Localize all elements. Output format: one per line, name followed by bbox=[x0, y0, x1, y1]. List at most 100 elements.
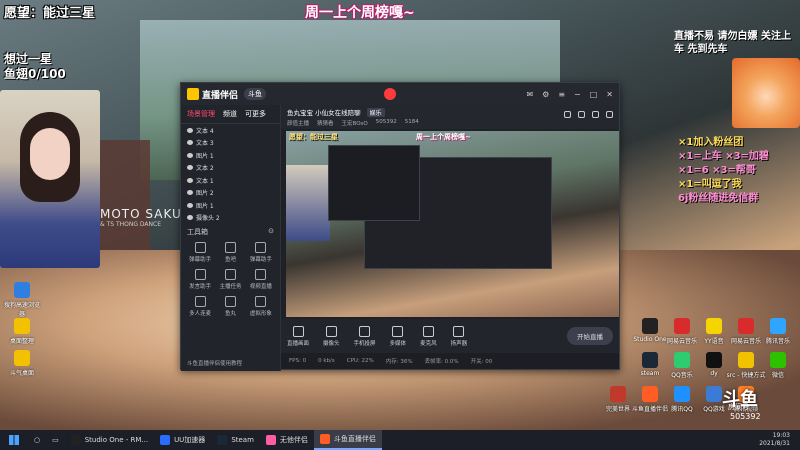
gift-row: ×1=叫逗了我 bbox=[678, 179, 742, 190]
taskbar-app-label: 斗鱼直播伴侣 bbox=[333, 435, 376, 443]
toolbar-label: 直播画面 bbox=[287, 340, 310, 347]
menu-icon[interactable]: ≡ bbox=[558, 90, 565, 99]
desktop-icon-browser[interactable]: 搜狗高速浏览器 bbox=[2, 282, 42, 318]
taskbar-app-label: UU加速器 bbox=[174, 436, 206, 444]
desktop-icon-tencent-music[interactable]: 腾讯音乐 bbox=[758, 318, 798, 345]
desktop-icon-wechat[interactable]: 微信 bbox=[758, 352, 798, 379]
room-title[interactable]: 鱼丸宝宝 小仙女在线陪聊 bbox=[287, 107, 361, 117]
taskbar-app[interactable]: UU加速器 bbox=[154, 430, 211, 450]
screen-capture-button[interactable]: 直播画面 bbox=[287, 325, 310, 347]
eye-icon[interactable] bbox=[187, 190, 193, 196]
desktop-icon-label: 桌面整理 bbox=[9, 338, 34, 345]
tool-label: 发言助手 bbox=[189, 284, 212, 290]
room-meta: 王宏BOsO bbox=[341, 121, 368, 127]
desktop-icon-douqi[interactable]: 斗气桌面 bbox=[2, 350, 42, 377]
toolbar-label: 多媒体 bbox=[389, 340, 407, 347]
category-tag[interactable]: 娱乐 bbox=[366, 107, 385, 117]
start-live-button[interactable]: 开始直播 bbox=[567, 327, 613, 345]
eye-icon[interactable] bbox=[187, 202, 193, 208]
eye-icon[interactable] bbox=[187, 215, 193, 221]
taskbar-app[interactable]: 无他伴侣 bbox=[260, 430, 314, 450]
media-button[interactable]: 多媒体 bbox=[389, 325, 407, 347]
webcam-face bbox=[30, 128, 70, 180]
tab-more[interactable]: 可更多 bbox=[245, 109, 266, 119]
tool-item[interactable]: 鱼丸 bbox=[215, 296, 245, 317]
maximize-button[interactable]: □ bbox=[590, 90, 598, 99]
eye-icon[interactable] bbox=[187, 177, 193, 183]
tool-icon bbox=[255, 242, 267, 253]
eye-icon[interactable] bbox=[187, 152, 193, 158]
anime-avatar-image bbox=[732, 58, 800, 128]
douyu-icon bbox=[319, 434, 330, 444]
share-icon[interactable] bbox=[606, 111, 613, 118]
room-meta: 颜值主播 bbox=[287, 121, 310, 127]
eye-icon[interactable] bbox=[187, 127, 193, 133]
game-icon bbox=[610, 386, 626, 402]
tool-item[interactable]: 多人连麦 bbox=[185, 296, 215, 317]
status-fps: FPS: 0 bbox=[289, 358, 307, 364]
tool-item[interactable]: 弹幕助手 bbox=[246, 242, 276, 263]
source-item[interactable]: 摄像头 2 bbox=[181, 212, 280, 225]
tool-label: 弹幕助手 bbox=[249, 257, 272, 263]
sakura-subtitle: & TS THONG DANCE bbox=[100, 221, 161, 228]
tool-item[interactable]: 虚拟形象 bbox=[246, 296, 276, 317]
gift-panel: ×1加入粉丝团 ×1=上车 ×3=加碧 ×1=6 ×3=帮哥 ×1=叫逗了我 6… bbox=[678, 136, 800, 206]
toolbox-title: 工具箱 bbox=[187, 228, 208, 236]
settings-icon[interactable]: ⚙ bbox=[542, 90, 549, 99]
tool-item[interactable]: 发言助手 bbox=[185, 269, 215, 290]
phone-mirror-button[interactable]: 手机投屏 bbox=[354, 325, 376, 347]
start-button[interactable] bbox=[0, 435, 28, 445]
eye-icon[interactable] bbox=[187, 140, 193, 146]
room-info-header: 鱼丸宝宝 小仙女在线陪聊 娱乐 颜值主播 猜猜看 王宏BOsO 505392 5… bbox=[281, 105, 619, 129]
tool-label: 多人连麦 bbox=[189, 311, 212, 317]
gift-icon[interactable] bbox=[592, 111, 599, 118]
taskbar-app[interactable]: Studio One - RM... bbox=[65, 430, 154, 450]
task-view-icon[interactable]: ▭ bbox=[46, 430, 65, 450]
stream-preview[interactable]: 愿望：能过三星 周一上个周榜嘎~ bbox=[286, 131, 619, 317]
tool-item[interactable]: 鱼吧 bbox=[215, 242, 245, 263]
source-item[interactable]: 文本 1 bbox=[181, 174, 280, 187]
status-memory: 内存: 36% bbox=[385, 359, 413, 365]
user-avatar[interactable] bbox=[384, 88, 397, 100]
expand-icon[interactable]: ⊙ bbox=[268, 227, 274, 237]
close-button[interactable]: ✕ bbox=[606, 90, 613, 99]
source-item[interactable]: 文本 3 bbox=[181, 137, 280, 150]
scene-sidebar: 场景管理 频道 可更多 文本 4 文本 3 图片 1 文本 2 文本 1 图片 … bbox=[181, 105, 281, 371]
gift-row: ×1加入粉丝团 bbox=[678, 137, 744, 148]
tab-scene[interactable]: 场景管理 bbox=[187, 109, 215, 119]
source-item[interactable]: 文本 4 bbox=[181, 124, 280, 137]
right-notice: 直播不易 请勿白嫖 关注上车 先到先车 bbox=[674, 31, 791, 55]
tool-item[interactable]: 主播任务 bbox=[215, 269, 245, 290]
microphone-icon bbox=[422, 325, 434, 337]
status-cpu: CPU: 22% bbox=[346, 358, 374, 364]
source-item[interactable]: 图片 1 bbox=[181, 199, 280, 212]
search-icon[interactable]: ○ bbox=[28, 430, 46, 450]
tool-item[interactable]: 弹幕助手 bbox=[185, 242, 215, 263]
minimize-button[interactable]: − bbox=[574, 90, 581, 99]
tutorial-link[interactable]: 斗鱼直播伴侣使用教程 bbox=[187, 359, 242, 367]
mic-button[interactable]: 麦克风 bbox=[420, 325, 437, 347]
source-label: 文本 4 bbox=[196, 127, 214, 135]
taskbar-app-active[interactable]: 斗鱼直播伴侣 bbox=[313, 430, 382, 450]
speaker-button[interactable]: 扬声器 bbox=[451, 325, 467, 347]
platform-badge[interactable]: 斗鱼 bbox=[244, 88, 267, 100]
monitor-icon bbox=[292, 325, 304, 337]
message-icon[interactable]: ✉ bbox=[526, 90, 533, 99]
eye-icon[interactable] bbox=[187, 165, 193, 171]
tiktok-icon bbox=[706, 352, 722, 368]
preview-goal-text: 愿望：能过三星 bbox=[289, 133, 338, 141]
source-item[interactable]: 图片 1 bbox=[181, 149, 280, 162]
desktop-icon-organize[interactable]: 桌面整理 bbox=[2, 318, 42, 345]
source-item[interactable]: 文本 2 bbox=[181, 162, 280, 175]
tab-channel[interactable]: 频道 bbox=[223, 109, 237, 119]
camera-button[interactable]: 摄像头 bbox=[323, 325, 340, 347]
desktop-icon-label: 斗气桌面 bbox=[9, 370, 34, 377]
tool-item[interactable]: 视频直播 bbox=[246, 269, 276, 290]
taskbar-app[interactable]: Steam bbox=[211, 430, 260, 450]
source-item[interactable]: 图片 2 bbox=[181, 187, 280, 200]
wechat-icon bbox=[770, 352, 786, 368]
lock-icon[interactable] bbox=[564, 111, 571, 118]
tool-icon bbox=[194, 296, 206, 307]
system-clock[interactable]: 19:03 2021/8/31 bbox=[759, 432, 800, 448]
grid-icon[interactable] bbox=[578, 111, 585, 118]
